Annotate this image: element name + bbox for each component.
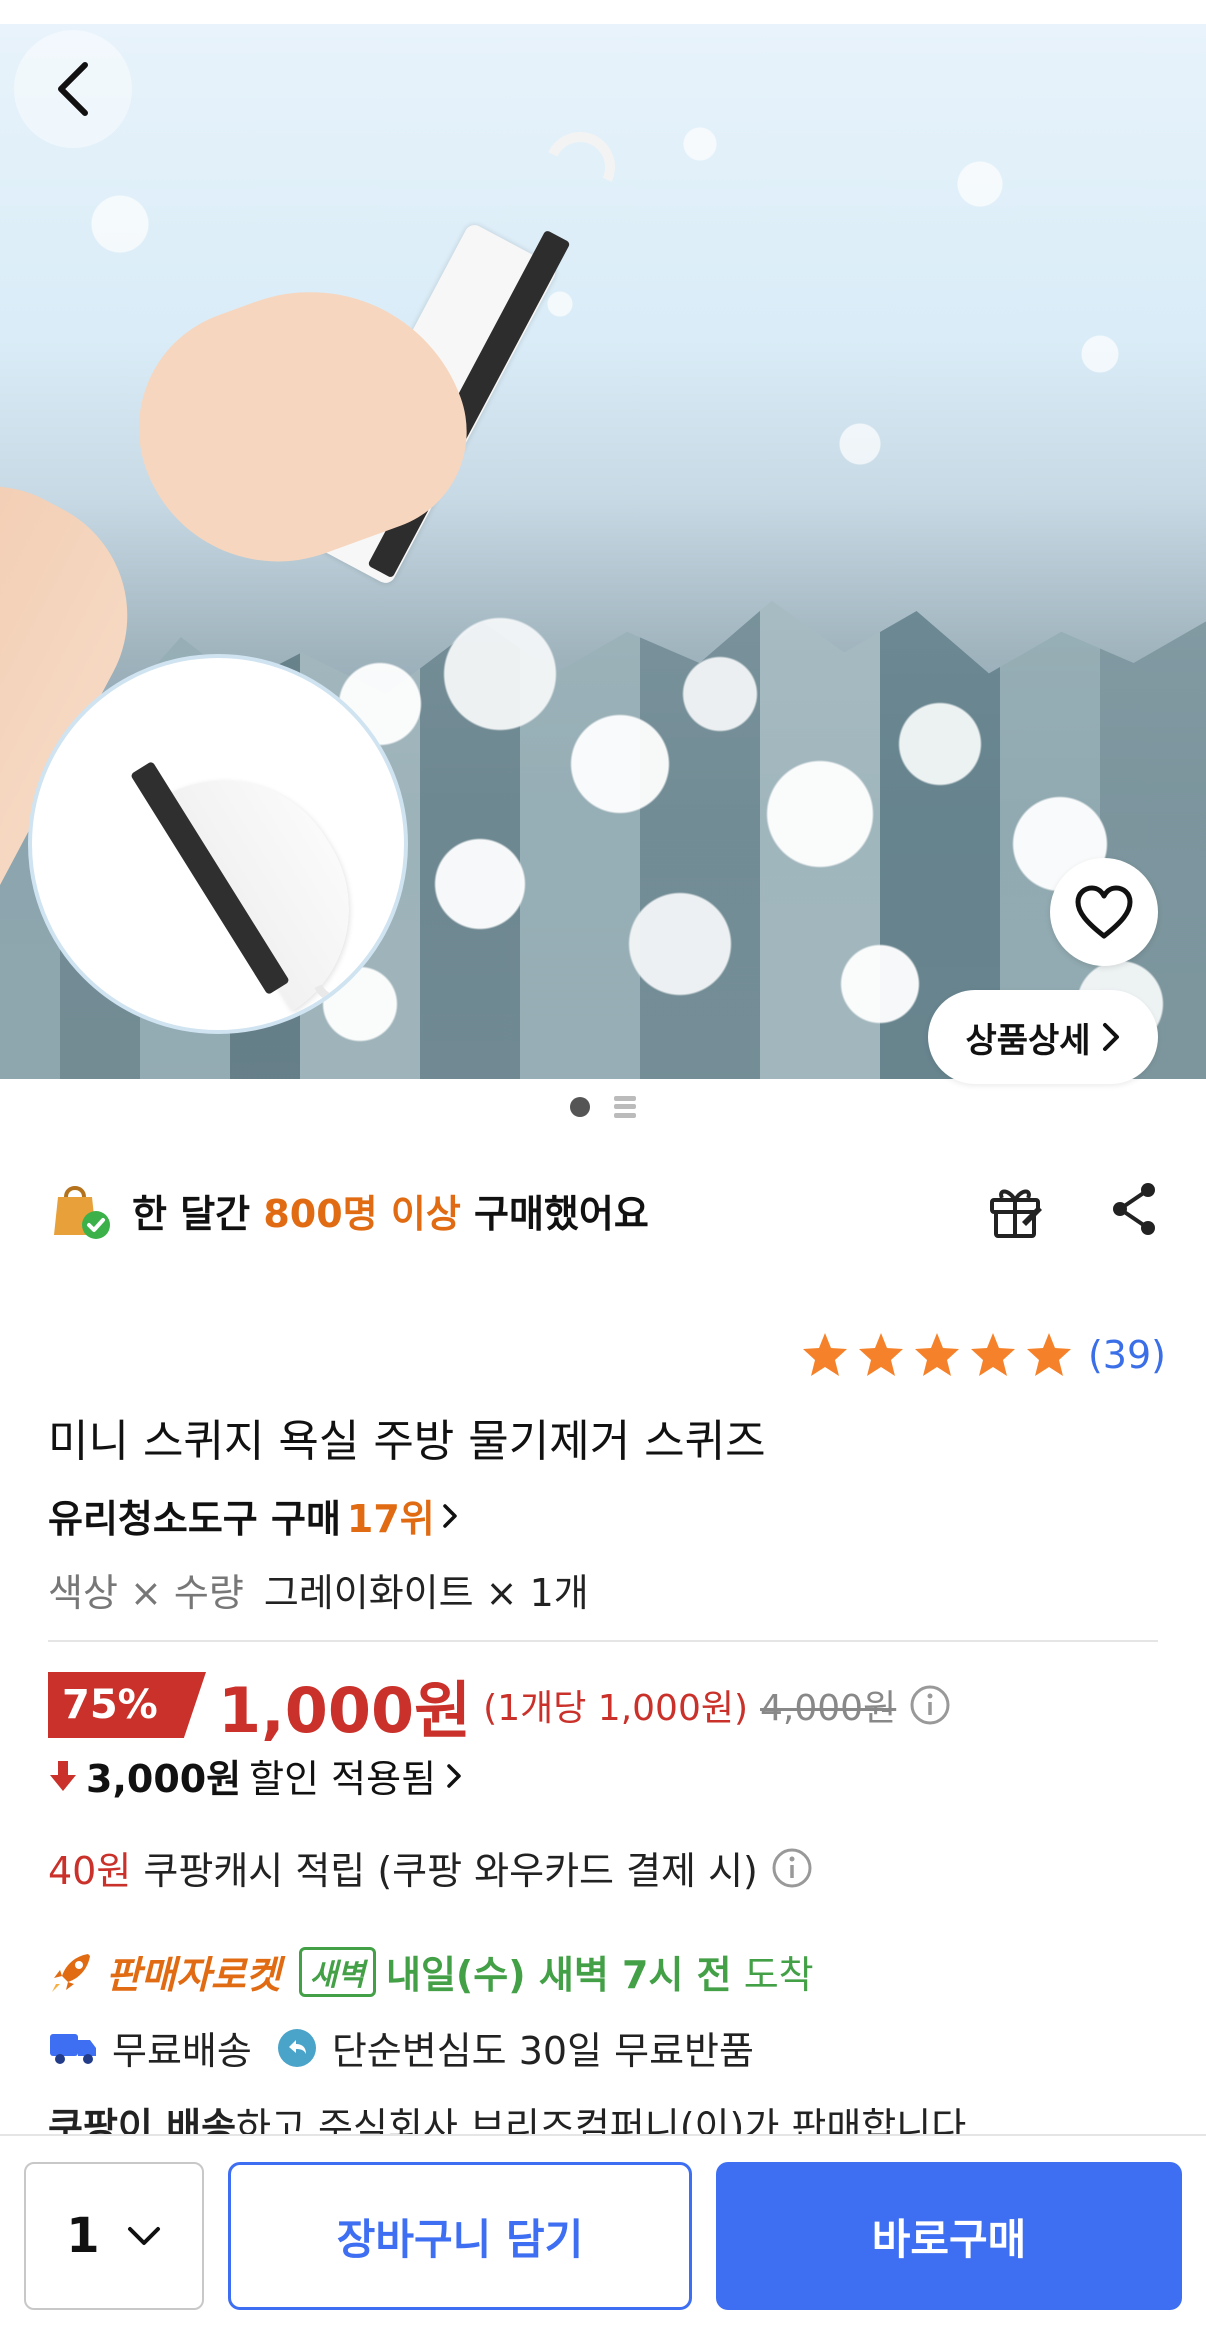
rank-category: 유리청소도구 구매 (48, 1497, 341, 1541)
product-detail-button[interactable]: 상품상세 (928, 990, 1158, 1084)
return-icon (277, 2028, 316, 2067)
star-icon (802, 1333, 847, 1376)
seller-info: 쿠팡이 배송하고 주식회사 브리즈컴퍼니(이)가 판매합니다 (48, 2096, 1158, 2136)
carousel-dot-active[interactable] (570, 1097, 590, 1117)
add-to-cart-button[interactable]: 장바구니 담기 (228, 2162, 692, 2310)
discount-applied-row[interactable]: 3,000원 할인 적용됨 (48, 1748, 464, 1803)
purchase-stat-prefix: 한 달간 (132, 1191, 264, 1236)
shopping-bag-check-icon (54, 1186, 110, 1239)
bottom-action-bar: 1 장바구니 담기 바로구매 (0, 2134, 1206, 2334)
free-return: 단순변심도 30일 무료반품 (331, 2029, 754, 2073)
carousel-indicator (0, 1096, 1206, 1118)
purchase-stat-row: 한 달간 800명 이상 구매했어요 (48, 1170, 1168, 1250)
cash-reward-row: 40원 쿠팡캐시 적립 (쿠팡 와우카드 결제 시) (48, 1840, 814, 1895)
heart-icon (1075, 885, 1133, 939)
wishlist-button[interactable] (1050, 858, 1158, 966)
product-inset-image (28, 654, 408, 1034)
quantity-select[interactable]: 1 (24, 2162, 204, 2310)
free-shipping: 무료배송 (112, 2029, 252, 2073)
cash-text: 쿠팡캐시 적립 (쿠팡 와우카드 결제 시) (131, 1849, 758, 1893)
review-count[interactable]: (39) (1088, 1333, 1166, 1377)
chevron-down-icon (127, 2227, 160, 2245)
category-rank-link[interactable]: 유리청소도구 구매 17위 (48, 1488, 459, 1543)
rocket-label: 판매자로켓 (106, 1953, 281, 1997)
purchase-stat-highlight: 800명 이상 (263, 1191, 461, 1236)
purchase-stat-suffix: 구매했어요 (460, 1191, 649, 1236)
arrival-text: 내일(수) 새벽 7시 전 도착 (386, 1944, 814, 1999)
info-icon[interactable] (770, 1846, 814, 1890)
buy-now-button[interactable]: 바로구매 (716, 2162, 1182, 2310)
product-title: 미니 스퀴지 욕실 주방 물기제거 스퀴즈 (48, 1416, 766, 1467)
gift-icon[interactable] (982, 1176, 1048, 1242)
chevron-left-icon (58, 62, 88, 116)
product-image-carousel[interactable] (0, 24, 1206, 1079)
seller-shipping-label: 쿠팡이 배송 (48, 2105, 237, 2136)
price-row: 75% 1,000원 (1개당 1,000원) 4,000원 (48, 1670, 952, 1747)
share-icon[interactable] (1102, 1176, 1168, 1242)
star-icon (1026, 1333, 1071, 1376)
dawn-delivery-badge: 새벽 (298, 1946, 377, 1997)
seller-text: 하고 주식회사 브리즈컴퍼니(이)가 판매합니다 (236, 2105, 967, 2136)
shipping-return-row: 무료배송 단순변심도 30일 무료반품 (48, 2020, 754, 2075)
arrival-time: 내일(수) 새벽 7시 전 (386, 1953, 732, 1997)
star-icon (914, 1333, 959, 1376)
chevron-right-icon (447, 1763, 461, 1788)
product-detail-label: 상품상세 (965, 1020, 1091, 1061)
selected-option[interactable]: 색상 × 수량 그레이화이트 × 1개 (48, 1562, 589, 1617)
discount-amount: 3,000원 (86, 1757, 242, 1801)
option-value: 그레이화이트 × 1개 (263, 1571, 589, 1615)
original-price: 4,000원 (760, 1688, 897, 1729)
back-button[interactable] (14, 30, 132, 148)
discount-badge: 75% (48, 1672, 206, 1738)
divider (48, 1640, 1158, 1642)
option-label: 색상 × 수량 (48, 1571, 244, 1615)
star-icon (858, 1333, 903, 1376)
rank-value: 17위 (346, 1497, 435, 1541)
arrow-down-icon (50, 1760, 76, 1791)
truck-icon (50, 2033, 96, 2064)
rating-summary[interactable]: (39) (800, 1330, 1166, 1380)
sale-price: 1,000원 (218, 1674, 472, 1747)
star-icon (970, 1333, 1015, 1376)
chevron-right-icon (1102, 1023, 1119, 1051)
gallery-grid-icon[interactable] (614, 1096, 636, 1118)
info-icon[interactable] (908, 1683, 952, 1727)
unit-price: (1개당 1,000원) (483, 1688, 749, 1729)
rocket-icon (52, 1953, 90, 1992)
purchase-stat-text: 한 달간 800명 이상 구매했어요 (132, 1183, 649, 1238)
discount-applied-label: 할인 적용됨 (249, 1757, 437, 1801)
arrival-suffix: 도착 (731, 1953, 814, 1997)
chevron-right-icon (443, 1503, 457, 1528)
delivery-row: 판매자로켓 새벽 내일(수) 새벽 7시 전 도착 (48, 1944, 814, 1999)
quantity-value: 1 (66, 2208, 100, 2264)
cash-amount: 40원 (48, 1849, 132, 1893)
